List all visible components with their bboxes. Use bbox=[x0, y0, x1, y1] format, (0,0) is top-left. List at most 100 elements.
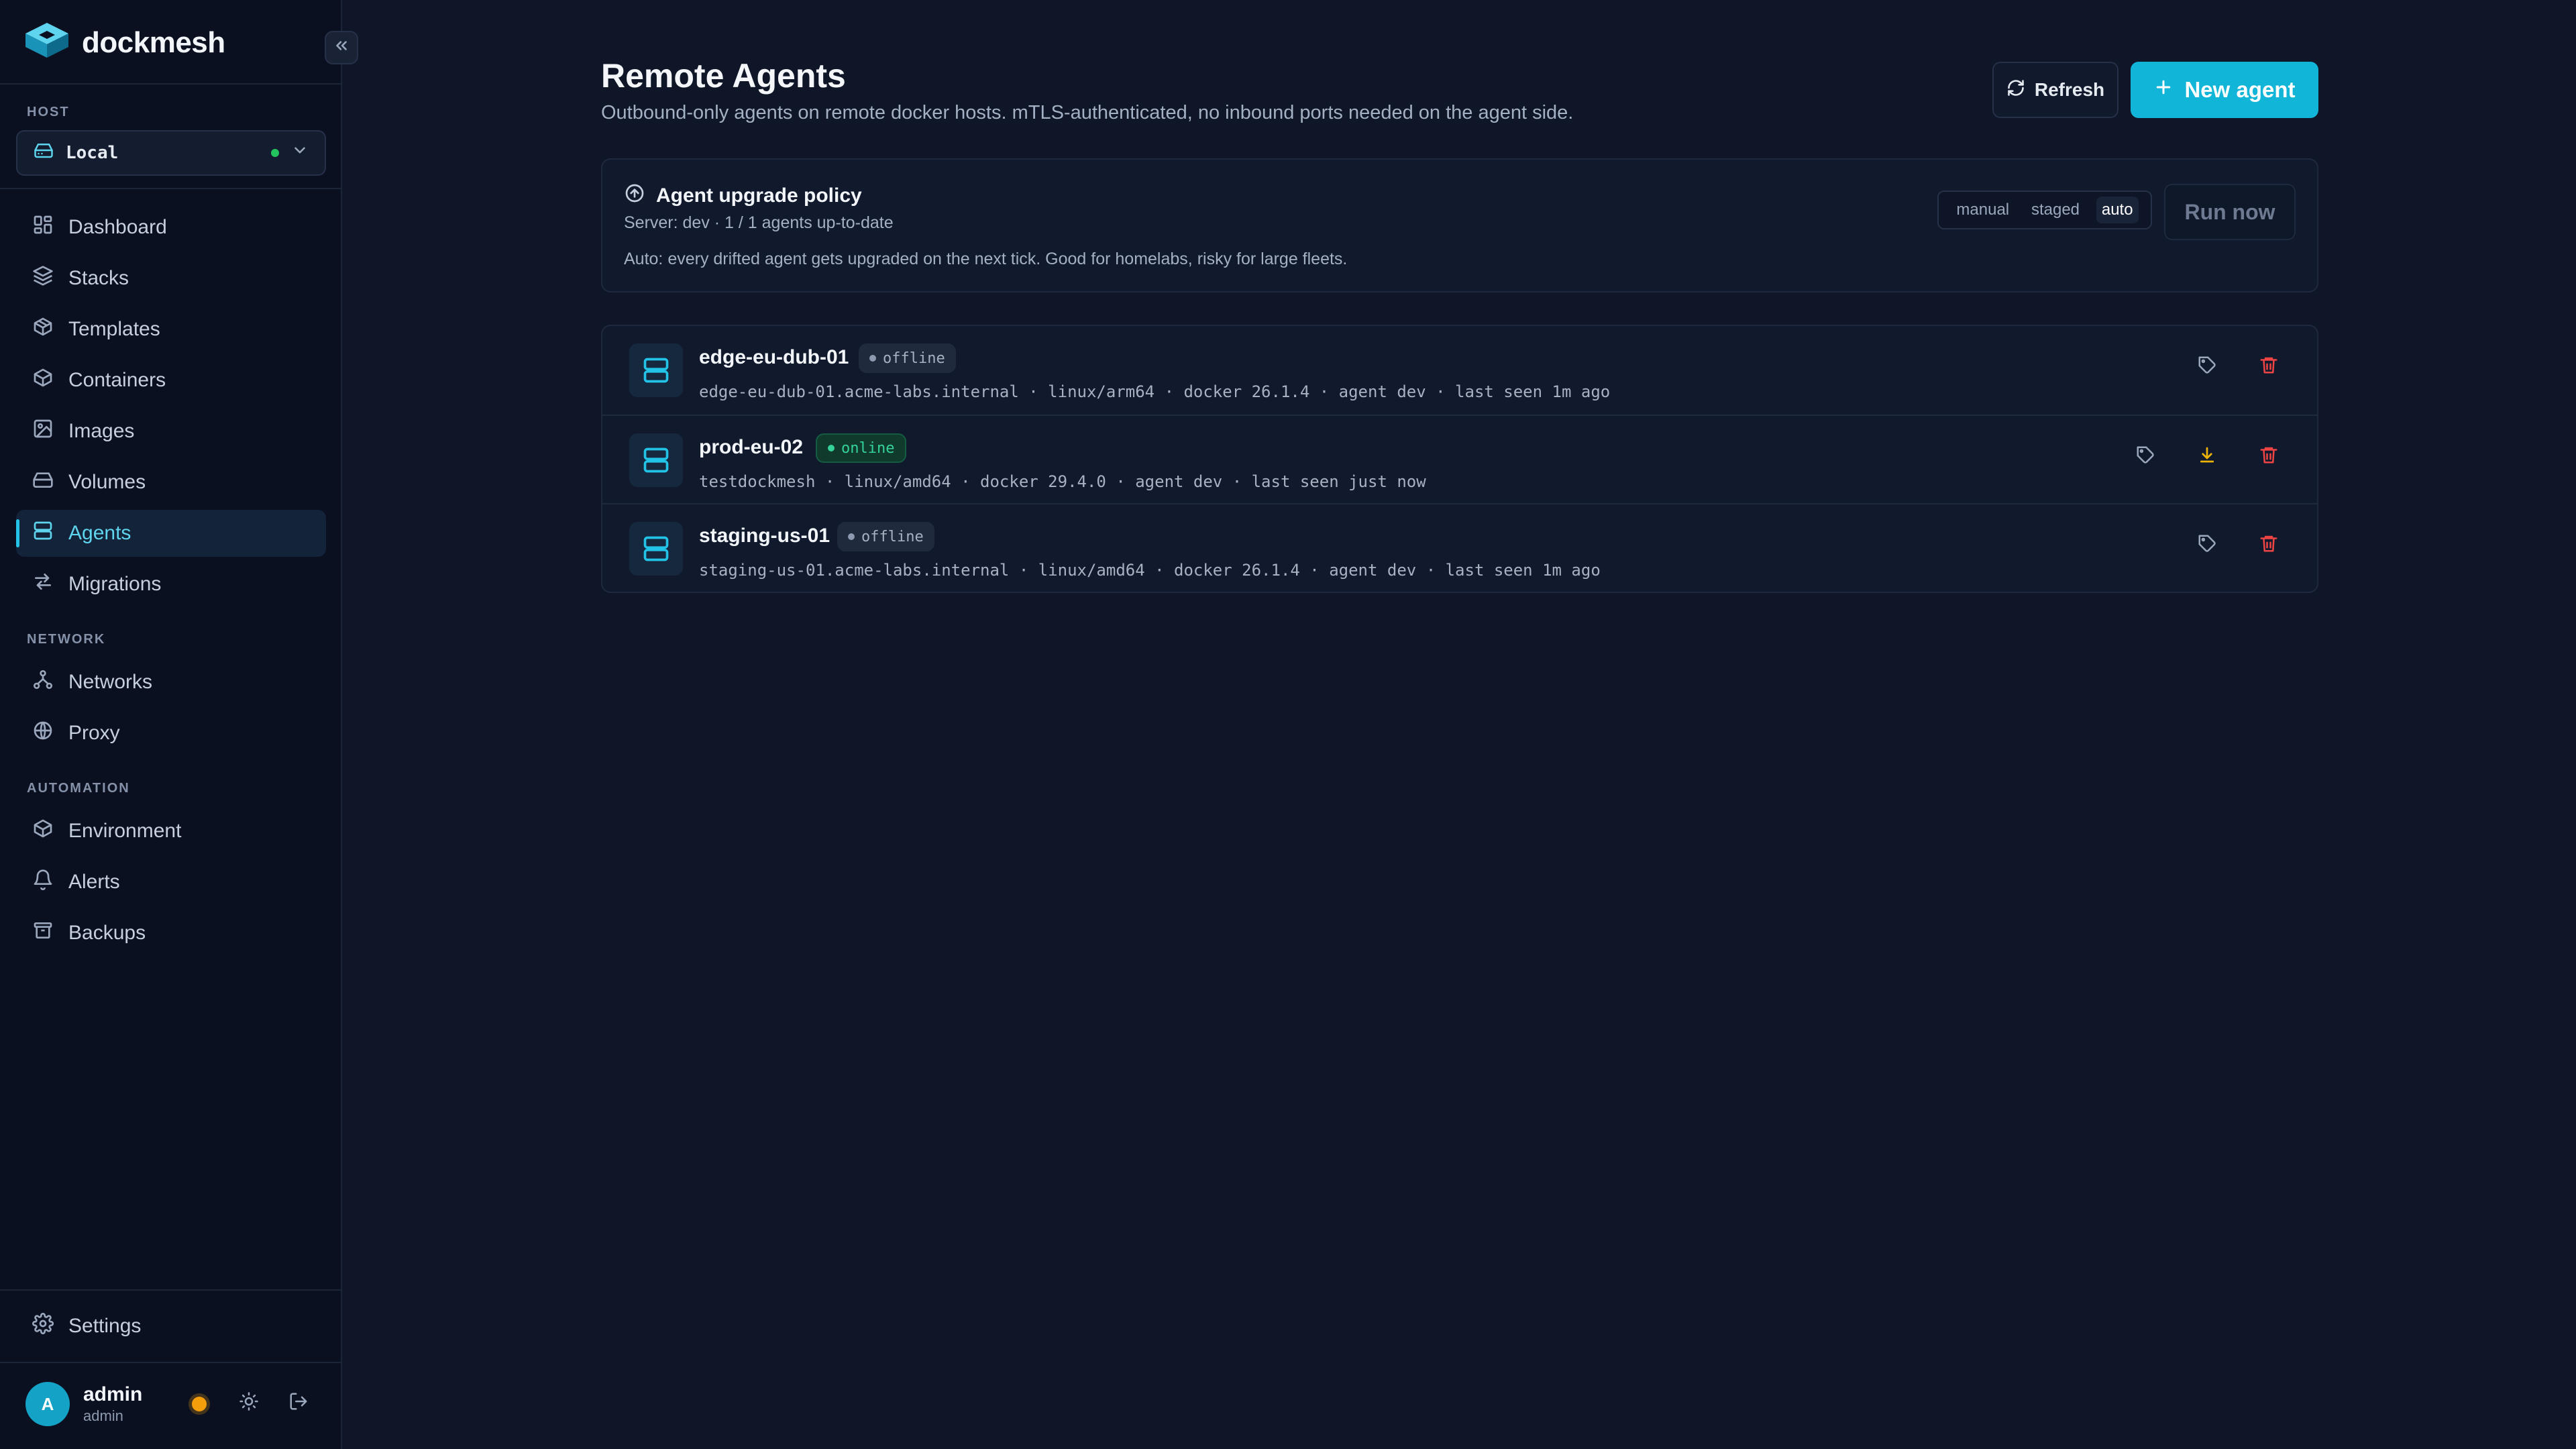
delete-button[interactable] bbox=[2257, 445, 2281, 470]
nav-item-label: Networks bbox=[68, 671, 153, 693]
server-icon bbox=[629, 343, 683, 397]
nav-item-label: Dashboard bbox=[68, 216, 167, 238]
network-icon bbox=[32, 669, 54, 696]
delete-button[interactable] bbox=[2257, 356, 2281, 380]
brand[interactable]: dockmesh bbox=[24, 21, 225, 64]
server-icon bbox=[32, 520, 54, 547]
tag-button[interactable] bbox=[2195, 356, 2219, 380]
download-icon bbox=[2197, 445, 2217, 470]
tag-button[interactable] bbox=[2195, 534, 2219, 558]
refresh-icon bbox=[2006, 78, 2025, 102]
nav-item-alerts[interactable]: Alerts bbox=[16, 859, 326, 906]
nav-item-label: Environment bbox=[68, 820, 182, 842]
network-section-label: NETWORK bbox=[27, 632, 106, 647]
server-icon bbox=[629, 522, 683, 576]
nav-item-label: Agents bbox=[68, 522, 131, 544]
mode-option-manual[interactable]: manual bbox=[1951, 197, 2015, 223]
image-icon bbox=[32, 418, 54, 445]
nav-item-dashboard[interactable]: Dashboard bbox=[16, 204, 326, 251]
nav-item-migrations[interactable]: Migrations bbox=[16, 561, 326, 608]
collapse-sidebar-button[interactable] bbox=[325, 31, 358, 64]
nav-item-proxy[interactable]: Proxy bbox=[16, 710, 326, 757]
nav-item-label: Containers bbox=[68, 369, 166, 391]
tag-button[interactable] bbox=[2133, 445, 2157, 470]
mode-option-staged[interactable]: staged bbox=[2026, 197, 2085, 223]
status-dot-icon bbox=[848, 533, 855, 540]
archive-icon bbox=[32, 920, 54, 947]
agent-row[interactable]: edge-eu-dub-01 offline edge-eu-dub-01.ac… bbox=[602, 326, 2317, 415]
brand-name: dockmesh bbox=[82, 26, 225, 59]
divider bbox=[0, 188, 341, 189]
avatar: A bbox=[25, 1382, 70, 1426]
divider bbox=[0, 1289, 341, 1291]
status-dot-icon bbox=[869, 355, 876, 362]
agent-row[interactable]: prod-eu-02 online testdockmesh · linux/a… bbox=[602, 415, 2317, 503]
logout-button[interactable] bbox=[287, 1393, 310, 1415]
server-icon bbox=[629, 433, 683, 487]
arrow-up-circle-icon bbox=[624, 182, 645, 209]
nav-item-label: Migrations bbox=[68, 573, 162, 595]
host-section-label: HOST bbox=[27, 105, 70, 119]
status-indicator-button[interactable] bbox=[188, 1393, 211, 1415]
sun-icon bbox=[239, 1391, 259, 1417]
nav-item-containers[interactable]: Containers bbox=[16, 357, 326, 404]
chevron-down-icon bbox=[291, 142, 309, 164]
trash-icon bbox=[2259, 533, 2279, 559]
delete-button[interactable] bbox=[2257, 534, 2281, 558]
nav-item-stacks[interactable]: Stacks bbox=[16, 255, 326, 302]
status-badge-label: online bbox=[841, 439, 895, 457]
upgrade-policy-card: Agent upgrade policy Server: dev · 1 / 1… bbox=[601, 158, 2318, 292]
hard-drive-icon bbox=[32, 469, 54, 496]
nav-item-label: Volumes bbox=[68, 471, 146, 493]
upgrade-agent-button[interactable] bbox=[2195, 445, 2219, 470]
plus-icon bbox=[2153, 77, 2174, 103]
status-dot-icon bbox=[828, 445, 835, 451]
new-agent-label: New agent bbox=[2184, 77, 2296, 102]
refresh-button[interactable]: Refresh bbox=[1992, 62, 2118, 118]
hard-drive-icon bbox=[34, 140, 54, 166]
gear-icon bbox=[32, 1313, 54, 1340]
logout-icon bbox=[288, 1391, 309, 1417]
user-actions bbox=[188, 1391, 310, 1417]
agent-row[interactable]: staging-us-01 offline staging-us-01.acme… bbox=[602, 503, 2317, 592]
policy-title: Agent upgrade policy bbox=[656, 184, 862, 207]
refresh-label: Refresh bbox=[2034, 79, 2105, 100]
agent-name: edge-eu-dub-01 bbox=[699, 346, 849, 368]
status-badge-label: offline bbox=[861, 528, 924, 545]
page-title: Remote Agents bbox=[601, 57, 846, 95]
agents-list: edge-eu-dub-01 offline edge-eu-dub-01.ac… bbox=[601, 325, 2318, 593]
policy-description: Auto: every drifted agent gets upgraded … bbox=[624, 250, 1348, 268]
sidebar: dockmesh HOST Local Dashboard Stacks Tem… bbox=[0, 0, 358, 1449]
status-badge: online bbox=[816, 433, 907, 463]
mode-option-auto[interactable]: auto bbox=[2096, 197, 2139, 223]
theme-toggle-button[interactable] bbox=[237, 1391, 260, 1417]
new-agent-button[interactable]: New agent bbox=[2131, 62, 2318, 118]
box-icon bbox=[32, 367, 54, 394]
nav-item-environment[interactable]: Environment bbox=[16, 808, 326, 855]
page-subtitle: Outbound-only agents on remote docker ho… bbox=[601, 102, 1574, 123]
user-profile[interactable]: A admin admin bbox=[25, 1382, 142, 1426]
user-name: admin bbox=[83, 1383, 143, 1405]
nav-item-backups[interactable]: Backups bbox=[16, 910, 326, 957]
status-badge-label: offline bbox=[883, 350, 945, 367]
upgrade-mode-selector: manual staged auto bbox=[1937, 191, 2152, 229]
dashboard-icon bbox=[32, 214, 54, 241]
nav-item-label: Proxy bbox=[68, 722, 120, 744]
host-select[interactable]: Local bbox=[16, 130, 326, 176]
nav-item-images[interactable]: Images bbox=[16, 408, 326, 455]
nav-item-label: Alerts bbox=[68, 871, 120, 893]
agent-name: prod-eu-02 bbox=[699, 436, 804, 458]
nav-item-volumes[interactable]: Volumes bbox=[16, 459, 326, 506]
nav-item-settings[interactable]: Settings bbox=[16, 1303, 326, 1350]
nav-item-networks[interactable]: Networks bbox=[16, 659, 326, 706]
status-badge: offline bbox=[837, 522, 934, 551]
run-now-button[interactable]: Run now bbox=[2164, 184, 2296, 240]
nav-item-agents[interactable]: Agents bbox=[16, 510, 326, 557]
box-icon bbox=[32, 818, 54, 845]
dockmesh-logo-icon bbox=[24, 21, 70, 64]
host-status-dot bbox=[271, 149, 279, 157]
agent-name: staging-us-01 bbox=[699, 525, 830, 547]
user-role: admin bbox=[83, 1407, 123, 1424]
nav-item-label: Settings bbox=[68, 1315, 142, 1337]
nav-item-templates[interactable]: Templates bbox=[16, 306, 326, 353]
